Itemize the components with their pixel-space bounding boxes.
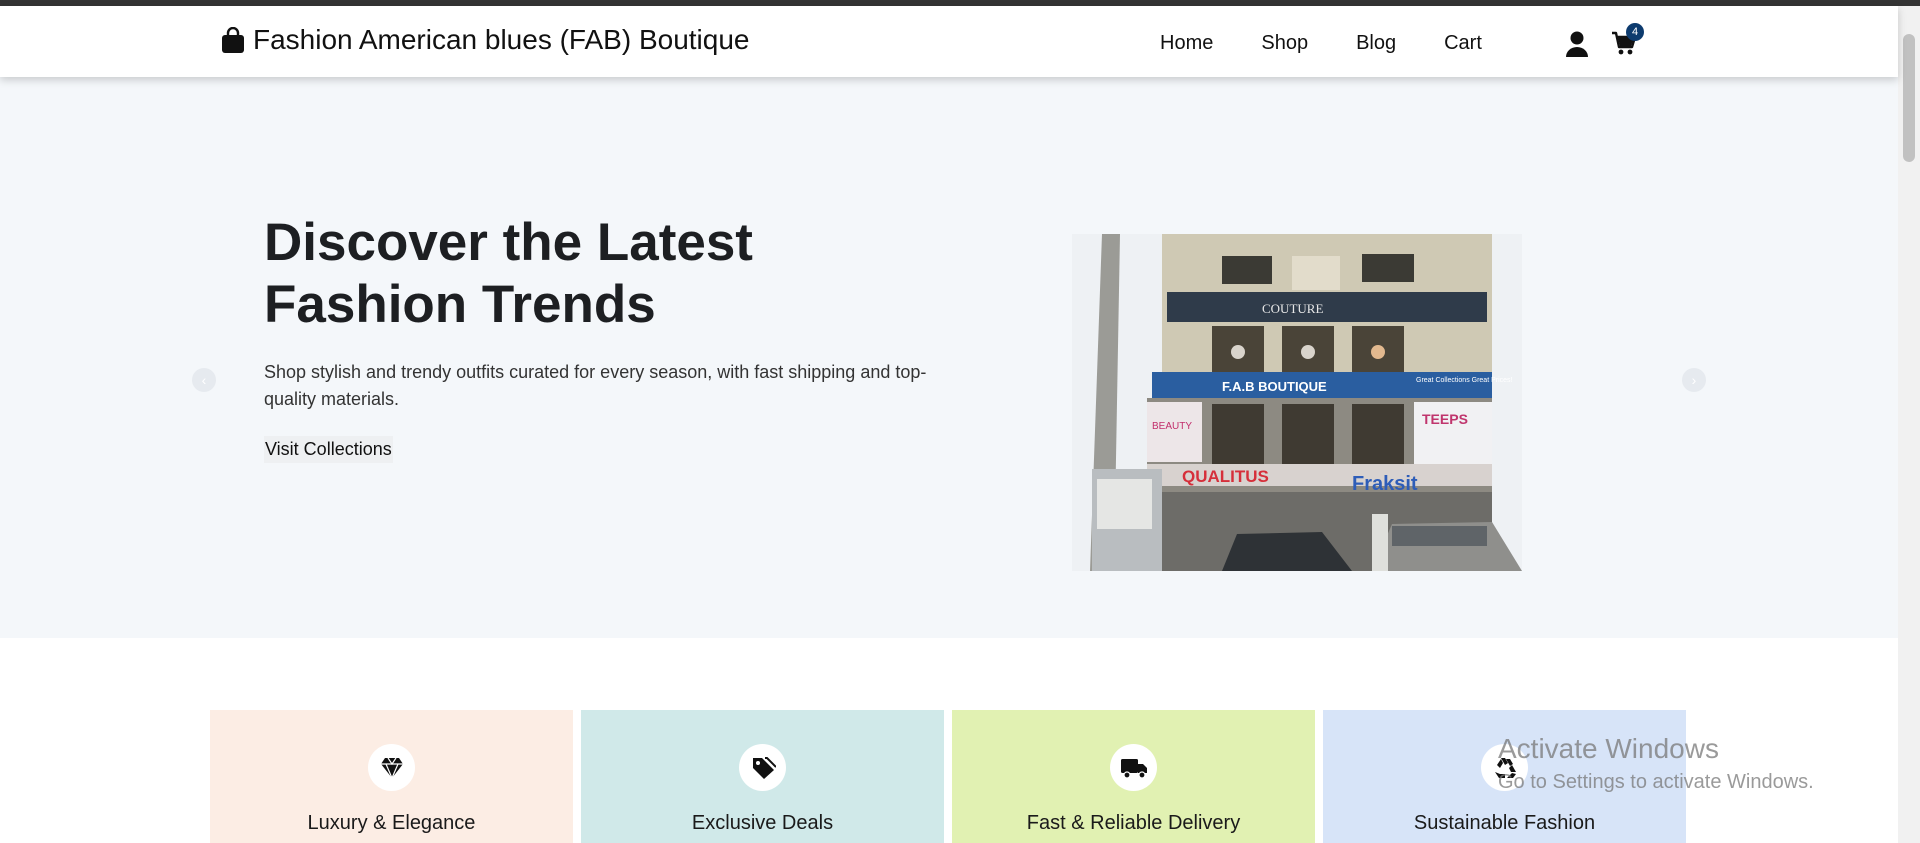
hero-carousel bbox=[0, 77, 1898, 638]
nav-cart[interactable]: Cart bbox=[1444, 32, 1482, 55]
sign-teeps: TEEPS bbox=[1422, 411, 1468, 427]
feature-card-deals: Exclusive Deals bbox=[581, 710, 944, 843]
sign-couture: COUTURE bbox=[1262, 301, 1323, 316]
scrollbar-thumb[interactable] bbox=[1903, 34, 1915, 162]
shopping-bag-icon bbox=[222, 27, 244, 53]
gem-icon bbox=[368, 744, 415, 791]
sign-beauty: BEAUTY bbox=[1152, 421, 1192, 432]
nav-blog[interactable]: Blog bbox=[1356, 32, 1396, 55]
feature-card-delivery: Fast & Reliable Delivery bbox=[952, 710, 1315, 843]
feature-label: Sustainable Fashion bbox=[1413, 812, 1596, 834]
feature-label: Fast & Reliable Delivery bbox=[1026, 812, 1241, 834]
cart-count-badge: 4 bbox=[1626, 23, 1644, 41]
user-icon[interactable] bbox=[1565, 30, 1589, 58]
cart-icon[interactable]: 4 bbox=[1611, 23, 1644, 58]
main-nav: Home Shop Blog Cart bbox=[1160, 32, 1530, 55]
sign-fraksit: Fraksit bbox=[1352, 473, 1418, 495]
hero-title: Discover the Latest Fashion Trends bbox=[264, 213, 753, 334]
feature-label: Exclusive Deals bbox=[691, 812, 834, 834]
features-section: Luxury & Elegance Exclusive Deals Fast &… bbox=[210, 710, 1688, 843]
carousel-next-button[interactable]: › bbox=[1682, 368, 1706, 392]
navbar: Fashion American blues (FAB) Boutique Ho… bbox=[0, 6, 1898, 77]
page-scrollbar[interactable] bbox=[1898, 6, 1920, 843]
carousel-prev-button[interactable]: ‹ bbox=[192, 368, 216, 392]
nav-shop[interactable]: Shop bbox=[1261, 32, 1308, 55]
nav-icons: 4 bbox=[1565, 23, 1644, 58]
brand-name: Fashion American blues (FAB) Boutique bbox=[253, 24, 750, 55]
brand[interactable]: Fashion American blues (FAB) Boutique bbox=[221, 24, 749, 56]
sign-great-collections: Great Collections Great Prices! bbox=[1416, 377, 1513, 384]
hero-storefront-image: COUTURE F.A.B BOUTIQUE Great Collections… bbox=[1072, 234, 1522, 571]
hero-subtitle: Shop stylish and trendy outfits curated … bbox=[264, 362, 927, 409]
truck-icon bbox=[1110, 744, 1157, 791]
sign-fab-boutique: F.A.B BOUTIQUE bbox=[1222, 379, 1327, 394]
windows-activation-watermark: Activate Windows Go to Settings to activ… bbox=[1498, 733, 1814, 794]
sign-qualitus: QUALITUS bbox=[1182, 467, 1269, 486]
watermark-line-2: Go to Settings to activate Windows. bbox=[1498, 771, 1814, 793]
tags-icon bbox=[739, 744, 786, 791]
feature-card-luxury: Luxury & Elegance bbox=[210, 710, 573, 843]
visit-collections-button[interactable]: Visit Collections bbox=[264, 436, 393, 463]
watermark-line-1: Activate Windows bbox=[1498, 733, 1719, 764]
feature-label: Luxury & Elegance bbox=[307, 812, 476, 834]
nav-home[interactable]: Home bbox=[1160, 32, 1213, 55]
